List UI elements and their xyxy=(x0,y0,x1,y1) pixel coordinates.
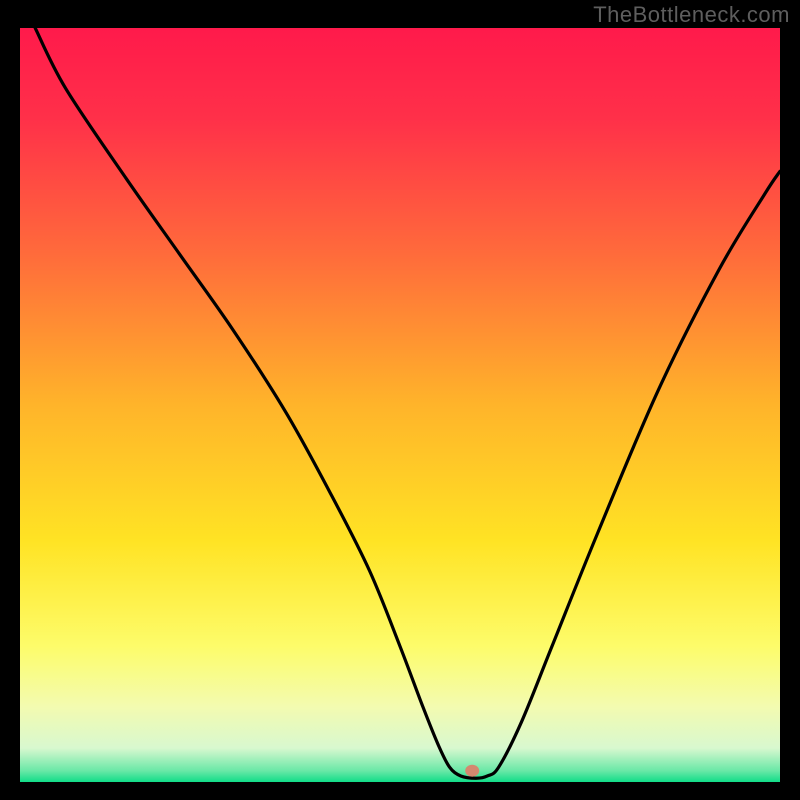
plot-area xyxy=(20,28,780,782)
optimal-marker xyxy=(465,765,479,777)
chart-svg xyxy=(20,28,780,782)
watermark-text: TheBottleneck.com xyxy=(593,2,790,28)
chart-frame: TheBottleneck.com xyxy=(0,0,800,800)
gradient-backdrop xyxy=(20,28,780,782)
